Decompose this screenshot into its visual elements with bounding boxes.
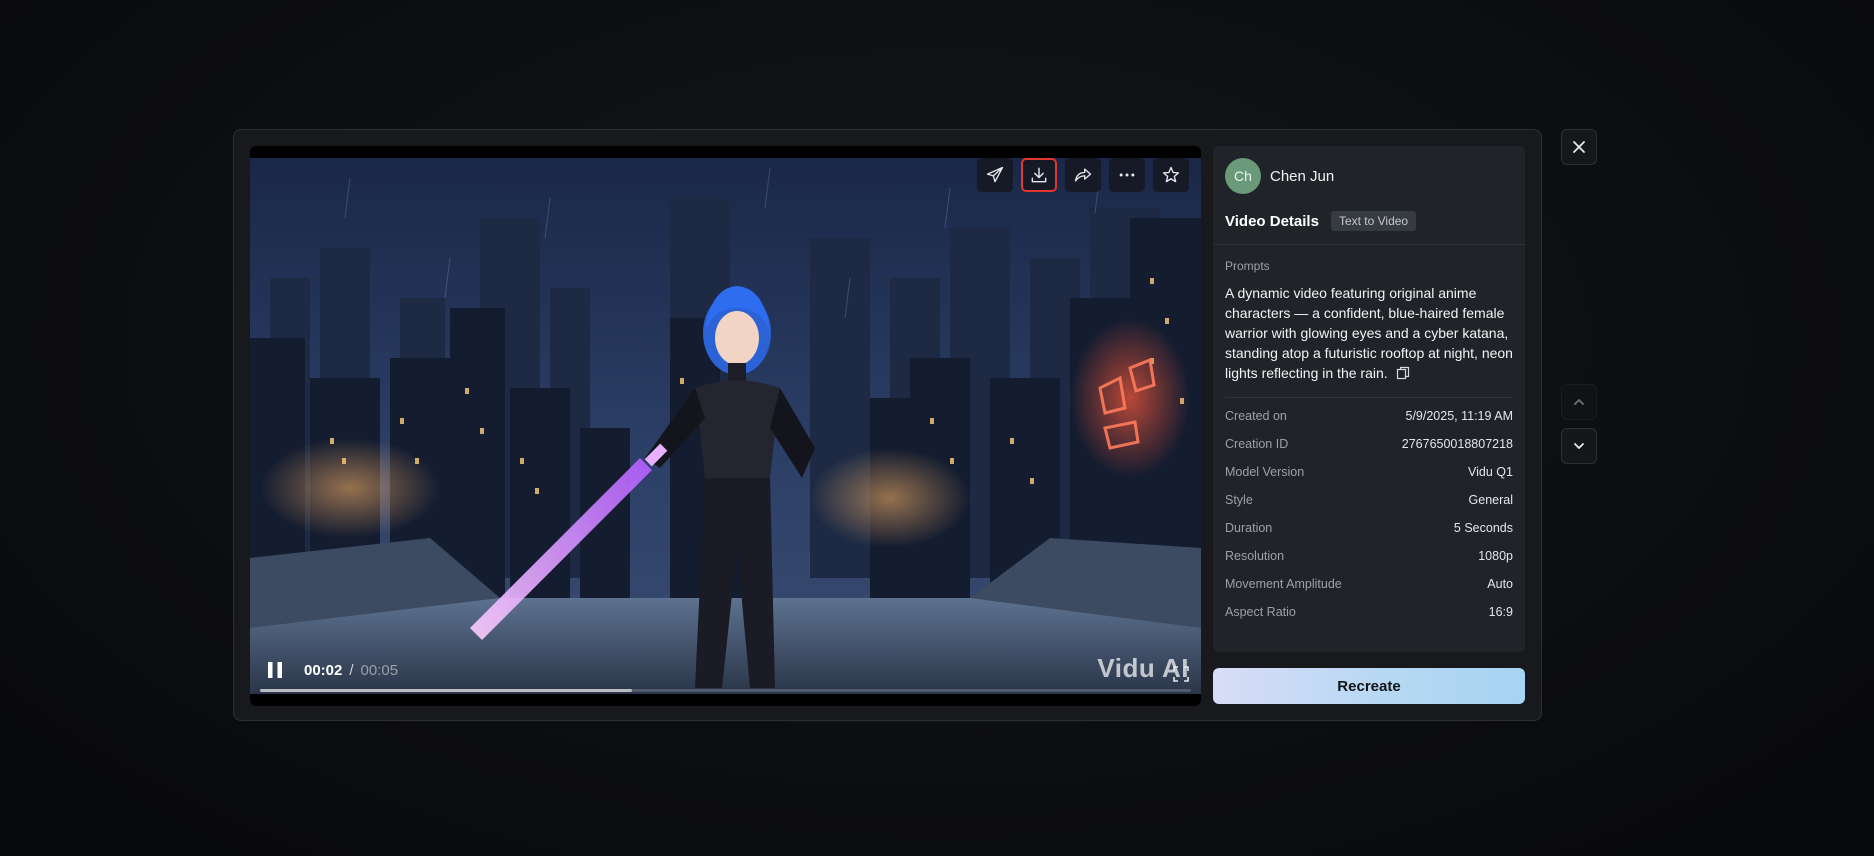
detail-value: Vidu Q1	[1468, 465, 1513, 479]
detail-key: Duration	[1225, 521, 1273, 535]
close-icon	[1573, 141, 1585, 153]
detail-row-model: Model Version Vidu Q1	[1225, 458, 1513, 486]
close-button[interactable]	[1561, 129, 1597, 165]
share-button[interactable]	[1065, 158, 1101, 192]
creator-row: Ch Chen Jun	[1213, 146, 1525, 194]
prompt-text: A dynamic video featuring original anime…	[1213, 273, 1525, 383]
chevron-down-icon	[1574, 443, 1584, 449]
prompt-label: Prompts	[1225, 259, 1270, 273]
video-frame-image	[250, 158, 1201, 694]
progress-bar[interactable]	[260, 689, 1191, 692]
detail-key: Movement Amplitude	[1225, 577, 1342, 591]
download-button[interactable]	[1021, 158, 1057, 192]
detail-value: 2767650018807218	[1401, 437, 1513, 451]
player-controls: 00:02 / 00:05	[250, 648, 1201, 692]
detail-key: Style	[1225, 493, 1253, 507]
current-time: 00:02	[304, 661, 343, 679]
total-time: 00:05	[360, 661, 399, 679]
time-separator: /	[349, 661, 354, 679]
detail-row-creation-id: Creation ID 2767650018807218	[1225, 430, 1513, 458]
detail-value: General	[1468, 493, 1513, 507]
detail-row-resolution: Resolution 1080p	[1225, 542, 1513, 570]
time-display: 00:02 / 00:05	[304, 662, 398, 679]
chevron-up-icon	[1574, 399, 1584, 405]
creator-name[interactable]: Chen Jun	[1270, 168, 1334, 185]
pause-button[interactable]	[264, 659, 286, 681]
avatar[interactable]: Ch	[1225, 158, 1261, 194]
previous-button[interactable]	[1561, 384, 1597, 420]
recreate-button[interactable]: Recreate	[1213, 668, 1525, 704]
detail-row-duration: Duration 5 Seconds	[1225, 514, 1513, 542]
detail-value: 16:9	[1488, 605, 1513, 619]
detail-value: 5 Seconds	[1453, 521, 1513, 535]
detail-key: Creation ID	[1225, 437, 1289, 451]
detail-value: 1080p	[1478, 549, 1513, 563]
detail-key: Created on	[1225, 409, 1287, 423]
detail-row-style: Style General	[1225, 486, 1513, 514]
details-list: Created on 5/9/2025, 11:19 AM Creation ID…	[1213, 398, 1525, 626]
more-icon	[1119, 173, 1135, 177]
send-button[interactable]	[977, 158, 1013, 192]
star-icon	[1162, 166, 1180, 183]
prompt-body: A dynamic video featuring original anime…	[1225, 285, 1513, 381]
pause-icon	[268, 662, 282, 678]
mode-badge: Text to Video	[1330, 211, 1417, 231]
video-detail-modal: Vidu AI 00:02 / 00:05 Ch Chen Jun Video …	[233, 129, 1542, 721]
detail-value: 5/9/2025, 11:19 AM	[1405, 409, 1514, 423]
fullscreen-icon	[1173, 666, 1189, 682]
favorite-button[interactable]	[1153, 158, 1189, 192]
detail-row-movement: Movement Amplitude Auto	[1225, 570, 1513, 598]
download-icon	[1031, 167, 1047, 183]
detail-key: Resolution	[1225, 549, 1285, 563]
detail-key: Model Version	[1225, 465, 1305, 479]
copy-icon	[1396, 366, 1409, 380]
fullscreen-button[interactable]	[1173, 666, 1189, 682]
more-button[interactable]	[1109, 158, 1145, 192]
copy-button[interactable]	[1396, 365, 1410, 380]
progress-fill	[260, 689, 633, 692]
video-player[interactable]: Vidu AI 00:02 / 00:05	[250, 146, 1201, 706]
send-icon	[986, 166, 1004, 183]
details-title: Video Details	[1225, 212, 1319, 230]
detail-value: Auto	[1487, 577, 1513, 591]
video-toolbar	[977, 158, 1189, 192]
share-icon	[1074, 168, 1092, 182]
next-button[interactable]	[1561, 428, 1597, 464]
details-header: Video Details Text to Video	[1213, 194, 1525, 234]
details-panel: Ch Chen Jun Video Details Text to Video …	[1213, 146, 1525, 652]
detail-key: Aspect Ratio	[1225, 605, 1296, 619]
video-frame[interactable]	[250, 158, 1201, 694]
detail-row-created: Created on 5/9/2025, 11:19 AM	[1225, 402, 1513, 430]
detail-row-aspect: Aspect Ratio 16:9	[1225, 598, 1513, 626]
